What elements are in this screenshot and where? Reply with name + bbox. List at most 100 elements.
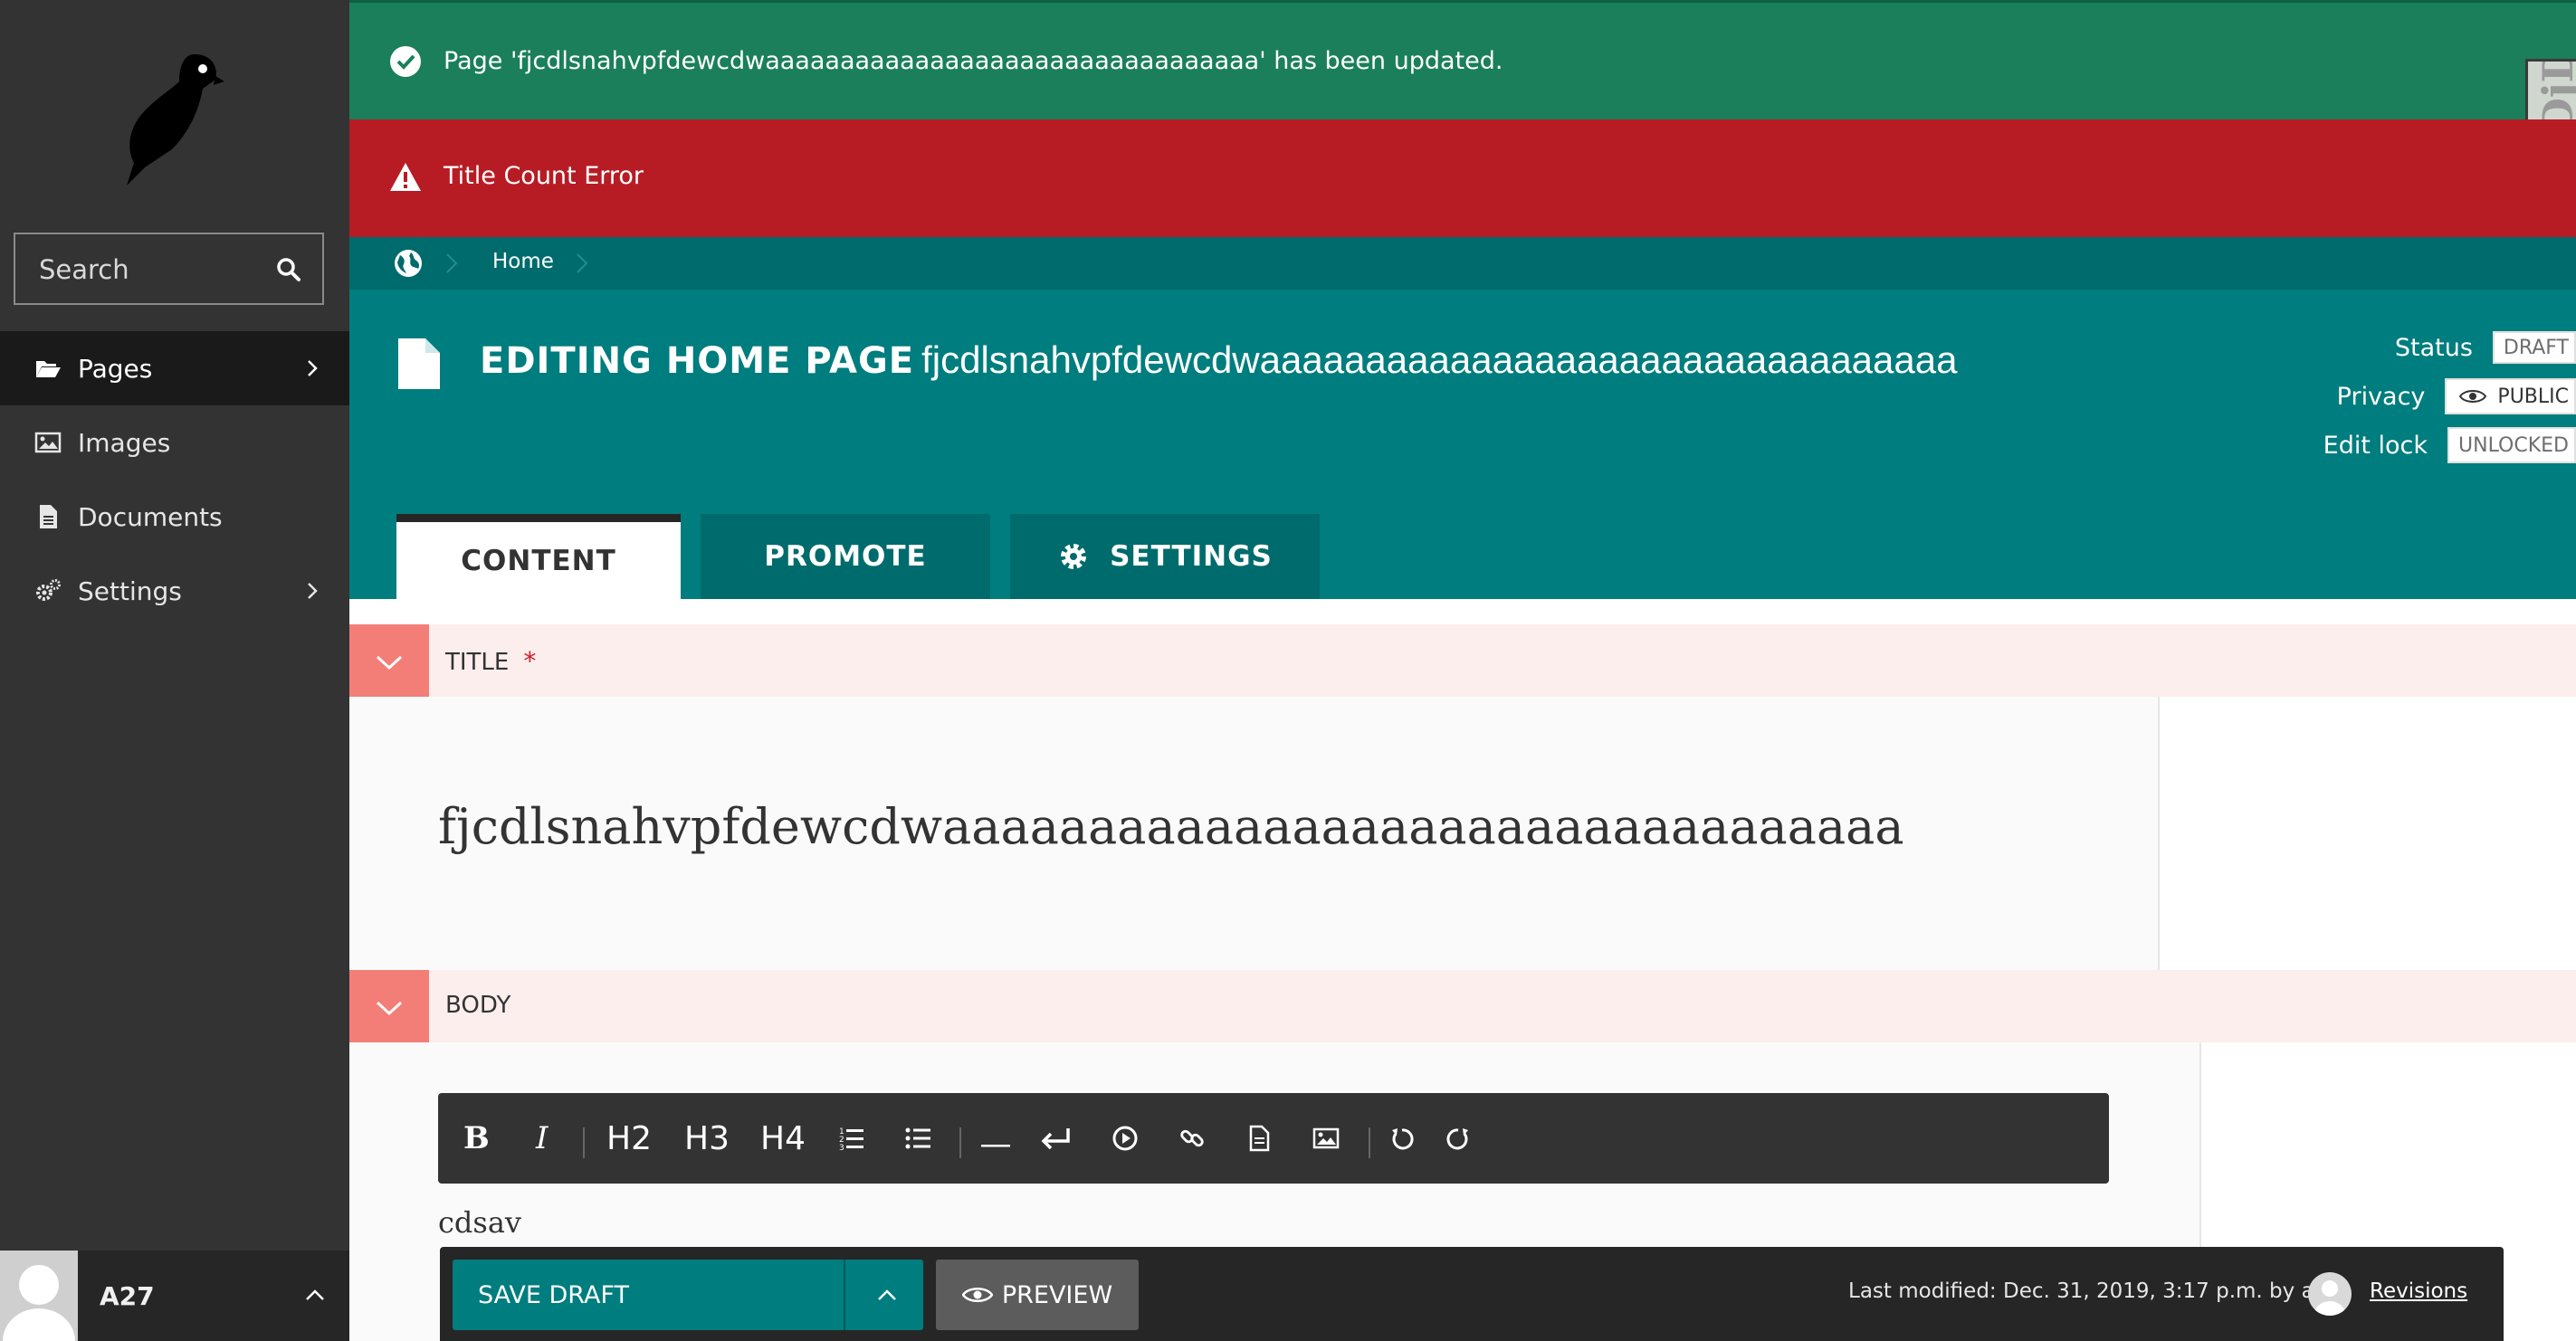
- user-name: A27: [100, 1281, 155, 1311]
- gear-icon: [1061, 544, 1087, 569]
- error-message: Title Count Error: [349, 119, 2576, 237]
- redo-icon: [1446, 1128, 1468, 1150]
- button-divider: [844, 1260, 845, 1330]
- document-link-button[interactable]: [1245, 1093, 1273, 1184]
- toolbar-divider: [959, 1127, 961, 1158]
- edit-form: TITLE * fjcdlsnahvpfdewcdwaaaaaaaaaaaaaaa…: [349, 599, 2576, 1341]
- sidebar-item-images[interactable]: Images: [0, 405, 349, 480]
- undo-icon: [1392, 1128, 1414, 1150]
- search-icon[interactable]: [275, 256, 302, 283]
- status-label: Status: [2394, 333, 2473, 362]
- globe-icon[interactable]: [393, 248, 424, 279]
- sidebar-item-label: Documents: [78, 501, 223, 532]
- sidebar: Search Pages Images Documents Settings A…: [0, 0, 349, 1341]
- check-circle-icon: [390, 46, 421, 77]
- tab-content[interactable]: CONTENT: [396, 514, 681, 599]
- tab-settings[interactable]: SETTINGS: [1010, 514, 1320, 599]
- success-message: Page 'fjcdlsnahvpfdewcdwaaaaaaaaaaaaaaaa…: [349, 0, 2576, 213]
- action-footer: SAVE DRAFT PREVIEW Last modified: Dec. 3…: [440, 1247, 2504, 1341]
- avatar: [2308, 1272, 2352, 1316]
- play-circle-icon: [1112, 1126, 1138, 1151]
- sidebar-item-label: Settings: [78, 575, 182, 606]
- image-button[interactable]: [1312, 1093, 1340, 1184]
- page-header: Home EDITING HOME PAGE fjcdlsnahvpfdewcdw…: [349, 237, 2576, 599]
- ordered-list-button[interactable]: 1 2 3: [838, 1093, 865, 1184]
- privacy-row: Privacy PUBLIC: [2337, 378, 2576, 414]
- chevron-up-icon: [306, 1289, 324, 1300]
- chevron-down-icon: [376, 655, 403, 670]
- sidebar-item-label: Images: [78, 427, 171, 458]
- chevron-right-icon: [308, 583, 318, 599]
- edit-lock-label: Edit lock: [2323, 431, 2428, 460]
- ordered-list-icon: 1 2 3: [839, 1127, 863, 1152]
- chevron-down-icon: [376, 1001, 403, 1016]
- search-input[interactable]: Search: [14, 233, 324, 305]
- account-menu[interactable]: A27: [0, 1251, 349, 1341]
- chevron-up-icon[interactable]: [876, 1285, 898, 1307]
- link-button[interactable]: [1178, 1093, 1206, 1184]
- avatar: [0, 1251, 78, 1341]
- revisions-link[interactable]: Revisions: [2370, 1279, 2467, 1303]
- image-icon: [34, 432, 62, 453]
- sidebar-item-label: Pages: [78, 353, 153, 384]
- document-icon: [1249, 1125, 1270, 1152]
- page-title-prefix: EDITING HOME PAGE: [480, 340, 915, 382]
- wagtail-logo-icon[interactable]: [109, 45, 226, 190]
- bullet-list-icon: [905, 1127, 930, 1149]
- cogs-icon: [36, 579, 61, 601]
- h2-button[interactable]: H2: [606, 1093, 652, 1184]
- preview-label: PREVIEW: [1001, 1280, 1113, 1309]
- h3-button[interactable]: H3: [684, 1093, 730, 1184]
- page-title: EDITING HOME PAGE fjcdlsnahvpfdewcdwaaaaa…: [480, 338, 1957, 382]
- tab-label: CONTENT: [461, 544, 616, 577]
- h4-button[interactable]: H4: [760, 1093, 806, 1184]
- title-field-label: TITLE *: [445, 646, 537, 676]
- title-field[interactable]: fjcdlsnahvpfdewcdwaaaaaaaaaaaaaaaaaaaaaa…: [349, 697, 2160, 970]
- sidebar-item-documents[interactable]: Documents: [0, 480, 349, 554]
- horizontal-rule-button[interactable]: [981, 1093, 1010, 1184]
- line-break-icon: [1041, 1128, 1070, 1150]
- body-editor-text[interactable]: cdsav: [438, 1205, 521, 1240]
- save-draft-button[interactable]: SAVE DRAFT: [453, 1260, 923, 1330]
- chevron-right-icon: [308, 360, 318, 376]
- title-input[interactable]: fjcdlsnahvpfdewcdwaaaaaaaaaaaaaaaaaaaaaa…: [438, 798, 1904, 855]
- sidebar-item-pages[interactable]: Pages: [0, 331, 349, 405]
- document-icon: [398, 338, 440, 389]
- bold-button[interactable]: B: [463, 1093, 490, 1184]
- title-field-header: TITLE *: [349, 624, 2576, 697]
- last-modified-text: Last modified: Dec. 31, 2019, 3:17 p.m. …: [1848, 1279, 2341, 1303]
- body-field-label: BODY: [445, 992, 511, 1019]
- chevron-right-icon: [446, 253, 458, 273]
- privacy-value: PUBLIC: [2497, 385, 2569, 408]
- toolbar-divider: [583, 1127, 585, 1158]
- tab-promote[interactable]: PROMOTE: [701, 514, 990, 599]
- success-message-text: Page 'fjcdlsnahvpfdewcdwaaaaaaaaaaaaaaaa…: [444, 47, 1503, 75]
- save-draft-label: SAVE DRAFT: [478, 1281, 629, 1309]
- redo-button[interactable]: [1445, 1093, 1472, 1184]
- title-collapse-toggle[interactable]: [349, 624, 429, 697]
- bullet-list-button[interactable]: [905, 1093, 932, 1184]
- embed-media-button[interactable]: [1111, 1093, 1139, 1184]
- search-placeholder: Search: [39, 254, 129, 285]
- preview-button[interactable]: PREVIEW: [936, 1260, 1139, 1330]
- breadcrumb: Home: [349, 237, 2576, 290]
- rich-text-toolbar: B I H2 H3 H4 1 2 3: [438, 1093, 2109, 1184]
- undo-button[interactable]: [1388, 1093, 1416, 1184]
- edit-lock-button[interactable]: UNLOCKED: [2447, 427, 2576, 463]
- privacy-button[interactable]: PUBLIC: [2445, 378, 2576, 414]
- body-collapse-toggle[interactable]: [349, 970, 429, 1042]
- eye-icon: [2459, 390, 2487, 403]
- breadcrumb-home[interactable]: Home: [492, 250, 554, 273]
- edit-lock-row: Edit lock UNLOCKED: [2323, 427, 2576, 463]
- user-icon: [3, 1265, 75, 1341]
- required-marker: *: [523, 646, 537, 676]
- chevron-right-icon: [577, 253, 588, 273]
- horizontal-rule-icon: [981, 1145, 1010, 1147]
- tab-label: SETTINGS: [1110, 540, 1273, 573]
- document-icon: [40, 505, 57, 528]
- svg-text:3: 3: [839, 1144, 844, 1152]
- line-break-button[interactable]: [1039, 1093, 1072, 1184]
- sidebar-item-settings[interactable]: Settings: [0, 554, 349, 628]
- italic-button[interactable]: I: [536, 1093, 548, 1184]
- status-badge: DRAFT: [2492, 331, 2576, 364]
